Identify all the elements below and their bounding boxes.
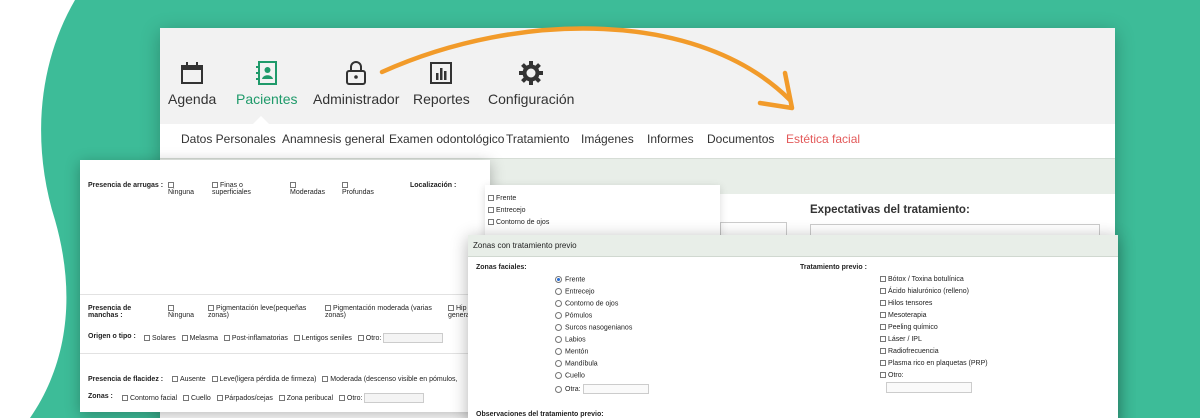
localizacion-contorno-ojos[interactable]: Contorno de ojos [488,219,549,226]
zonas-otro-input[interactable] [364,393,425,403]
checkbox-icon[interactable] [216,395,223,401]
checkbox-icon[interactable] [208,305,214,312]
checkbox-icon[interactable] [488,207,494,214]
checkbox-icon[interactable] [325,305,331,312]
observaciones-label: Observaciones del tratamiento previo: [476,411,604,418]
checkbox-icon[interactable] [338,395,345,401]
radio-icon[interactable] [555,385,562,393]
checkbox-icon[interactable] [880,372,886,379]
zona-mandibula[interactable]: Mandíbula [555,360,598,367]
checkbox-icon[interactable] [880,348,886,355]
checkbox-icon[interactable] [880,300,886,307]
checkbox-icon[interactable] [168,305,174,312]
trat-laser[interactable]: Láser / IPL [880,336,922,343]
zonas-faciales-label: Zonas faciales: [476,264,527,271]
radio-icon[interactable] [555,348,562,355]
checkbox-icon[interactable] [293,335,300,341]
trat-otro-input[interactable] [886,382,972,393]
trat-prp[interactable]: Plasma rico en plaquetas (PRP) [880,360,988,367]
manchas-option-leve[interactable]: Pigmentación leve(pequeñas zonas) [208,305,318,319]
radio-icon[interactable] [555,300,562,307]
zona-menton[interactable]: Mentón [555,348,588,355]
manchas-option-ninguna[interactable]: Ninguna [168,305,194,319]
flacidez-options: Ausente Leve(ligera pérdida de firmeza) … [172,376,458,383]
localizacion-list: Frente Entrecejo Contorno de ojos [485,185,720,240]
arrugas-option-finas[interactable]: Finas o superficiales [212,182,262,196]
divider [80,294,490,295]
origen-otro-input[interactable] [383,333,444,343]
tratamiento-previo-panel: Zonas con tratamiento previo Zonas facia… [468,235,1118,418]
radio-icon[interactable] [555,324,562,331]
zona-otra[interactable]: Otra: [555,384,649,394]
zona-pomulos[interactable]: Pómulos [555,312,592,319]
trat-acido-hialuronico[interactable]: Ácido hialurónico (relleno) [880,288,969,295]
manchas-label: Presencia de manchas : [88,305,132,319]
trat-botox[interactable]: Bótox / Toxina botulínica [880,276,964,283]
checkbox-icon[interactable] [212,182,218,189]
localizacion-label: Localización : [410,182,457,189]
trat-otro[interactable]: Otro: [880,372,904,379]
radio-icon[interactable] [555,336,562,343]
zonas-options: Contorno facial Cuello Párpados/cejas Zo… [122,393,425,403]
trat-hilos[interactable]: Hilos tensores [880,300,932,307]
checkbox-icon[interactable] [448,305,454,312]
checkbox-icon[interactable] [144,335,150,341]
trat-radiofrecuencia[interactable]: Radiofrecuencia [880,348,939,355]
origen-options: Solares Melasma Post-inflamatorias Lenti… [144,333,444,343]
checkbox-icon[interactable] [172,376,178,383]
arrugas-option-ninguna[interactable]: Ninguna [168,182,194,196]
checkbox-icon[interactable] [182,395,189,401]
localizacion-entrecejo[interactable]: Entrecejo [488,207,526,214]
flacidez-label: Presencia de flacidez : [88,376,164,383]
checkbox-icon[interactable] [880,336,886,343]
trat-peeling[interactable]: Peeling químico [880,324,938,331]
checkbox-icon[interactable] [290,182,296,189]
checkbox-icon[interactable] [322,376,329,383]
zona-frente[interactable]: Frente [555,276,585,283]
checkbox-icon[interactable] [880,276,886,283]
checkbox-icon[interactable] [488,195,494,202]
checkbox-icon[interactable] [880,324,886,331]
radio-icon[interactable] [555,312,562,319]
checkbox-icon[interactable] [211,376,218,383]
zona-surcos[interactable]: Surcos nasogenianos [555,324,632,331]
checkbox-icon[interactable] [181,335,188,341]
tratamiento-previo-label: Tratamiento previo : [800,264,867,271]
radio-icon[interactable] [555,372,562,379]
localizacion-frente[interactable]: Frente [488,195,516,202]
zona-contorno-ojos[interactable]: Contorno de ojos [555,300,618,307]
divider [80,353,490,354]
trat-mesoterapia[interactable]: Mesoterapia [880,312,927,319]
arrugas-option-profundas[interactable]: Profundas [342,182,374,196]
checkbox-icon[interactable] [880,288,886,295]
checkbox-icon[interactable] [223,335,230,341]
panel-header: Zonas con tratamiento previo [468,235,1118,257]
skin-assessment-panel: Presencia de arrugas : Ninguna Finas o s… [80,160,490,412]
radio-selected-icon[interactable] [555,276,562,283]
zona-entrecejo[interactable]: Entrecejo [555,288,595,295]
trat-otro-input-wrap [886,382,972,393]
checkbox-icon[interactable] [278,395,285,401]
zona-cuello[interactable]: Cuello [555,372,585,379]
arrugas-option-moderadas[interactable]: Moderadas [290,182,325,196]
checkbox-icon[interactable] [880,312,886,319]
checkbox-icon[interactable] [342,182,348,189]
radio-icon[interactable] [555,288,562,295]
checkbox-icon[interactable] [168,182,174,189]
zona-otra-input[interactable] [582,384,649,394]
radio-icon[interactable] [555,360,562,367]
checkbox-icon[interactable] [488,219,494,226]
checkbox-icon[interactable] [122,395,128,401]
checkbox-icon[interactable] [880,360,886,367]
zonas-label: Zonas : [88,393,113,400]
origen-label: Origen o tipo : [88,333,136,340]
checkbox-icon[interactable] [357,335,364,341]
zona-labios[interactable]: Labios [555,336,586,343]
arrugas-label: Presencia de arrugas : [88,182,164,189]
manchas-option-moderada[interactable]: Pigmentación moderada (varias zonas) [325,305,445,319]
